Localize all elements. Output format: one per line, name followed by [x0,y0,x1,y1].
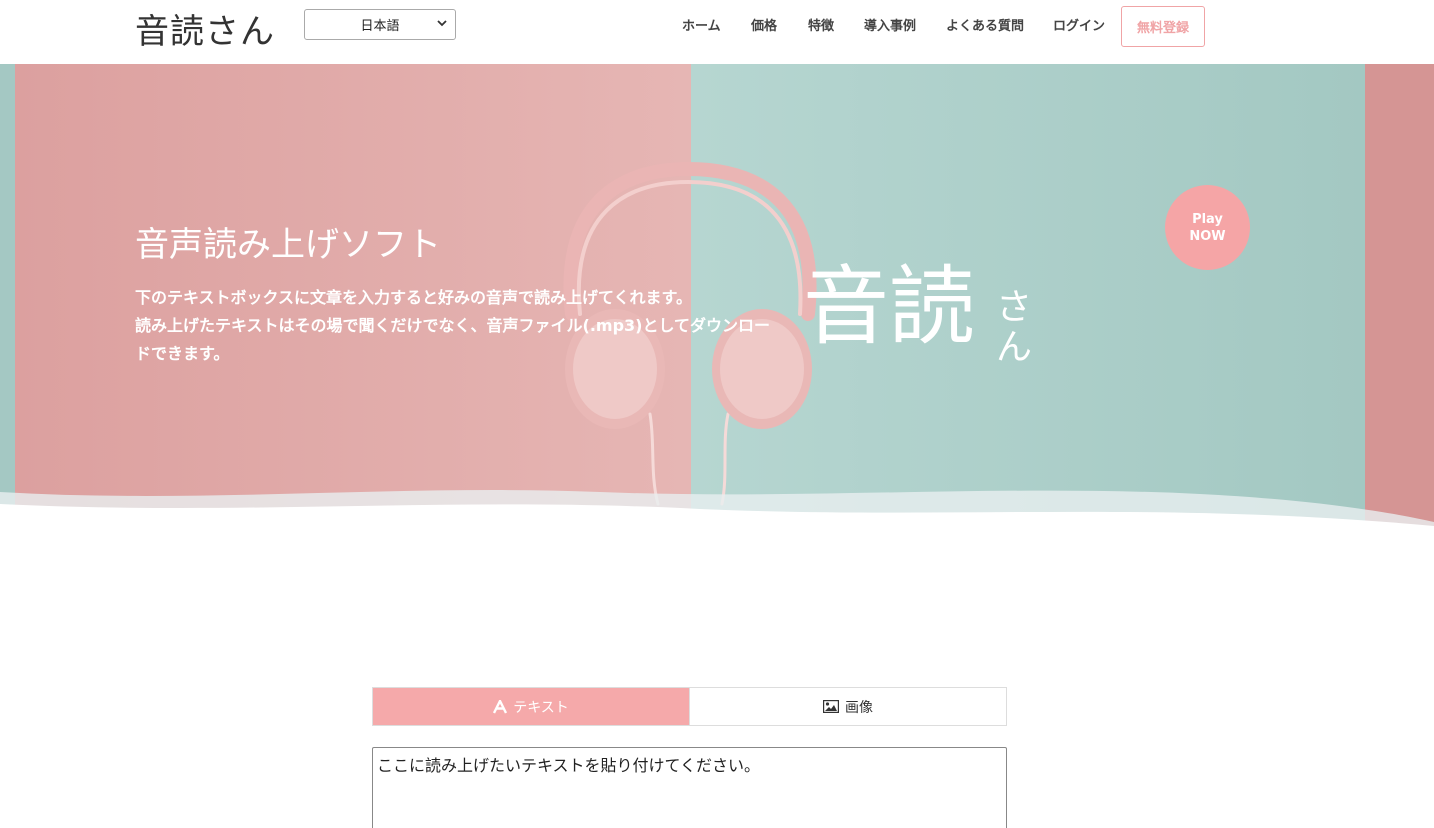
hero-logo-text: 音読 [803,257,975,357]
play-now-button[interactable]: Play NOW [1165,185,1250,270]
hero-banner: 音声読み上げソフト 下のテキストボックスに文章を入力すると好みの音声で読み上げて… [0,64,1434,534]
tab-image-label: 画像 [845,699,873,716]
tab-image[interactable]: 画像 [689,688,1006,725]
nav-home[interactable]: ホーム [682,15,721,34]
site-header: 音読さん 日本語 ホーム 価格 特徴 導入事例 よくある質問 ログイン 無料登録 [0,0,1434,64]
image-icon [823,700,839,713]
font-icon [493,699,508,714]
hero-logo-subtext: さん [996,287,1033,368]
nav-login[interactable]: ログイン [1053,15,1105,34]
tab-text[interactable]: テキスト [373,688,689,725]
site-logo[interactable]: 音読さん [135,4,275,53]
nav-features[interactable]: 特徴 [808,15,834,34]
nav-faq[interactable]: よくある質問 [946,15,1024,34]
input-mode-tabs: テキスト 画像 [372,687,1007,726]
signup-button[interactable]: 無料登録 [1121,6,1205,47]
language-select-value: 日本語 [360,19,400,34]
language-select[interactable]: 日本語 [304,9,456,40]
play-now-line2: NOW [1189,228,1226,244]
hero-title: 音声読み上げソフト [135,225,441,265]
nav-pricing[interactable]: 価格 [751,15,777,34]
chevron-down-icon [437,20,447,27]
nav-case-studies[interactable]: 導入事例 [864,15,916,34]
play-now-line1: Play [1192,211,1223,227]
text-input[interactable]: ここに読み上げたいテキストを貼り付けてください。 [372,747,1007,828]
hero-description: 下のテキストボックスに文章を入力すると好みの音声で読み上げてくれます。 読み上げ… [135,284,775,368]
tab-text-label: テキスト [513,699,569,716]
hero-description-line1: 下のテキストボックスに文章を入力すると好みの音声で読み上げてくれます。 [135,288,692,307]
hero-description-line2: 読み上げたテキストはその場で聞くだけでなく、音声ファイル(.mp3)としてダウン… [135,316,771,363]
